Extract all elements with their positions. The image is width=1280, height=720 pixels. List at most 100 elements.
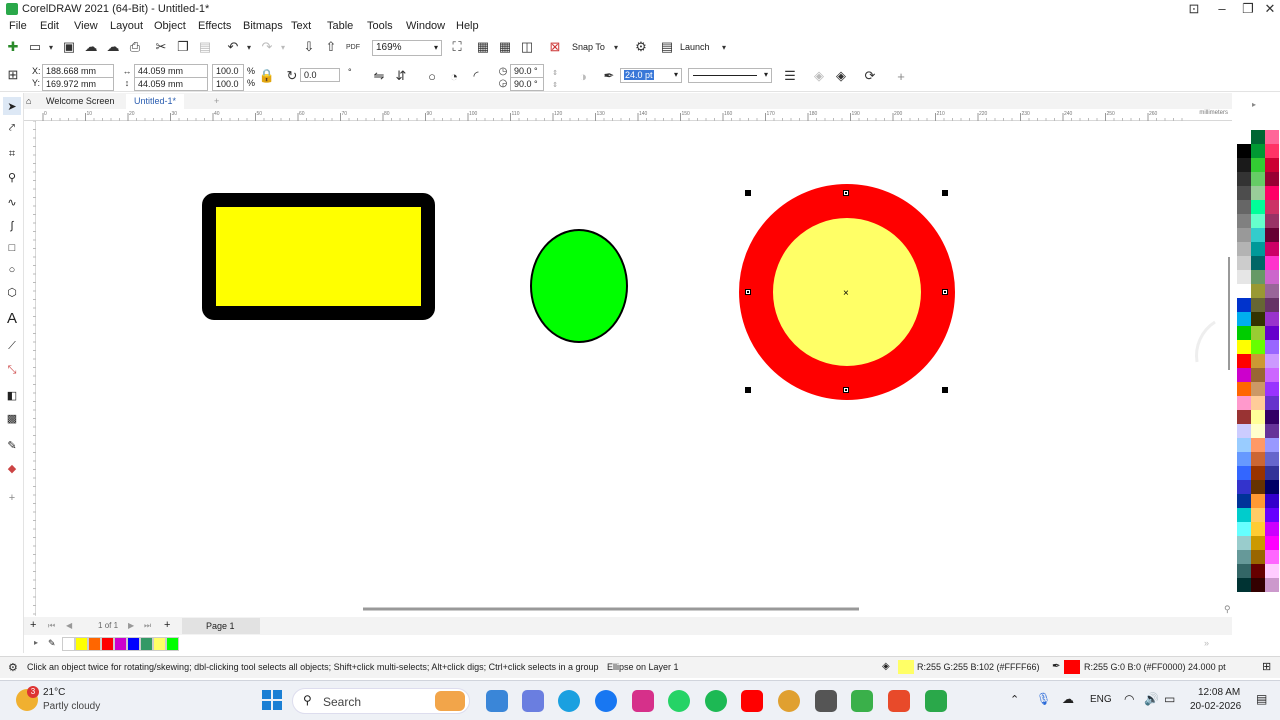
cloud-upload-icon[interactable]: ☁: [82, 38, 100, 56]
outline-width-field[interactable]: 24.0 pt ▾: [620, 68, 682, 83]
mirror-horizontal-icon[interactable]: ⇋: [370, 67, 388, 85]
change-direction-icon[interactable]: ◑: [574, 67, 592, 85]
palette-swatch[interactable]: [1251, 536, 1265, 550]
help-window-icon[interactable]: ⊡: [1182, 0, 1206, 18]
palette-swatch[interactable]: [1237, 508, 1251, 522]
snap-to-icon[interactable]: ⊠: [546, 38, 564, 56]
palette-swatch[interactable]: [1265, 536, 1279, 550]
launch-label[interactable]: Launch: [680, 42, 710, 52]
palette-swatch[interactable]: [1265, 522, 1279, 536]
tab-welcome-screen[interactable]: Welcome Screen: [38, 94, 122, 109]
palette-swatch[interactable]: [1237, 396, 1251, 410]
whatsapp-icon[interactable]: [668, 690, 690, 712]
palette-swatch[interactable]: [1265, 130, 1279, 144]
instagram-icon[interactable]: [632, 690, 654, 712]
handle-bottom-center[interactable]: [843, 387, 849, 393]
save-icon[interactable]: ▣: [60, 38, 78, 56]
palette-swatch[interactable]: [1237, 270, 1251, 284]
palette-scroll-up-icon[interactable]: ▸: [1252, 100, 1256, 109]
palette-swatch[interactable]: [1251, 298, 1265, 312]
microphone-icon[interactable]: 🎙: [1036, 692, 1051, 706]
handle-top-right[interactable]: [942, 190, 948, 196]
palette-swatch[interactable]: [1265, 326, 1279, 340]
palette-swatch[interactable]: [1237, 578, 1251, 592]
palette-swatch[interactable]: [1251, 228, 1265, 242]
snap-to-dropdown-icon[interactable]: ▾: [607, 38, 625, 56]
start-windows-icon[interactable]: [262, 690, 282, 710]
palette-swatch[interactable]: [1237, 200, 1251, 214]
zoom-to-page-icon[interactable]: ⛶: [448, 38, 466, 56]
palette-swatch[interactable]: [1265, 214, 1279, 228]
menu-edit[interactable]: Edit: [40, 20, 59, 32]
interactive-fill-tool-icon[interactable]: ◆: [3, 459, 21, 477]
handle-top-left[interactable]: [745, 190, 751, 196]
palette-swatch[interactable]: [1237, 256, 1251, 270]
palette-swatch[interactable]: [1237, 494, 1251, 508]
crop-tool-icon[interactable]: ⌗: [3, 145, 21, 163]
menu-table[interactable]: Table: [327, 20, 353, 32]
document-palette-swatch[interactable]: [140, 637, 153, 651]
minimize-button[interactable]: –: [1210, 0, 1234, 18]
scale-x-field[interactable]: 100.0: [212, 64, 244, 78]
palette-swatch[interactable]: [1265, 340, 1279, 354]
import-icon[interactable]: ⇩: [300, 38, 318, 56]
palette-swatch[interactable]: [1251, 326, 1265, 340]
menu-window[interactable]: Window: [406, 20, 445, 32]
document-palette-arrow-icon[interactable]: ▸: [34, 638, 38, 647]
edge-browser-icon[interactable]: [558, 690, 580, 712]
document-palette-swatch[interactable]: [101, 637, 114, 651]
scale-y-field[interactable]: 100.0: [212, 77, 244, 91]
height-field[interactable]: 44.059 mm: [134, 77, 208, 91]
document-palette-swatch[interactable]: [62, 637, 75, 651]
transparency-tool-icon[interactable]: ▩: [3, 409, 21, 427]
palette-swatch[interactable]: [1237, 550, 1251, 564]
document-palette-swatch[interactable]: [127, 637, 140, 651]
palette-swatch[interactable]: [1237, 298, 1251, 312]
end-angle-field[interactable]: 90.0 °: [510, 77, 544, 91]
freehand-tool-icon[interactable]: ∿: [3, 193, 21, 211]
palette-swatch[interactable]: [1265, 158, 1279, 172]
redo-dropdown-icon[interactable]: ▾: [274, 38, 292, 56]
palette-swatch[interactable]: [1251, 452, 1265, 466]
palette-swatch[interactable]: [1265, 172, 1279, 186]
connector-tool-icon[interactable]: ⤡: [3, 361, 21, 379]
corel-photo-paint-icon[interactable]: [851, 690, 873, 712]
palette-swatch[interactable]: [1237, 466, 1251, 480]
spotify-icon[interactable]: [705, 690, 727, 712]
document-eyedropper-icon[interactable]: ✎: [48, 638, 56, 649]
corel-app-icon[interactable]: [888, 690, 910, 712]
palette-swatch[interactable]: [1265, 354, 1279, 368]
palette-swatch[interactable]: [1237, 536, 1251, 550]
palette-swatch[interactable]: [1237, 424, 1251, 438]
coreldraw-taskbar-icon[interactable]: [925, 690, 947, 712]
object-origin-icon[interactable]: ⊞: [4, 66, 22, 84]
copy-icon[interactable]: ❐: [174, 38, 192, 56]
palette-swatch[interactable]: [1251, 522, 1265, 536]
menu-bitmaps[interactable]: Bitmaps: [243, 20, 283, 32]
pie-shape-icon[interactable]: ◔: [445, 67, 463, 85]
palette-swatch[interactable]: [1265, 396, 1279, 410]
battery-icon[interactable]: ▭: [1164, 692, 1175, 706]
palette-swatch[interactable]: [1265, 242, 1279, 256]
palette-swatch[interactable]: [1237, 312, 1251, 326]
wifi-icon[interactable]: ◠: [1124, 692, 1134, 706]
parallel-dimension-tool-icon[interactable]: ⟋: [3, 337, 21, 355]
menu-effects[interactable]: Effects: [198, 20, 231, 32]
palette-swatch[interactable]: [1237, 326, 1251, 340]
clock-date[interactable]: 20-02-2026: [1190, 701, 1241, 712]
mirror-vertical-icon[interactable]: ⇵: [392, 67, 410, 85]
menu-text[interactable]: Text: [291, 20, 311, 32]
palette-swatch[interactable]: [1265, 186, 1279, 200]
launch-icon[interactable]: ▤: [658, 38, 676, 56]
drop-shadow-tool-icon[interactable]: ◧: [3, 386, 21, 404]
palette-swatch[interactable]: [1265, 438, 1279, 452]
options-gear-icon[interactable]: ⚙: [632, 38, 650, 56]
to-front-icon[interactable]: ◈: [810, 67, 828, 85]
y-position-field[interactable]: 169.972 mm: [42, 77, 114, 91]
facebook-icon[interactable]: [595, 690, 617, 712]
document-palette-swatch[interactable]: [114, 637, 127, 651]
add-tool-icon[interactable]: +: [3, 489, 21, 507]
next-page-icon[interactable]: ▶: [128, 621, 134, 630]
drawing-canvas[interactable]: ×: [37, 122, 1232, 616]
zoom-level-field[interactable]: 169% ▾: [372, 40, 442, 56]
